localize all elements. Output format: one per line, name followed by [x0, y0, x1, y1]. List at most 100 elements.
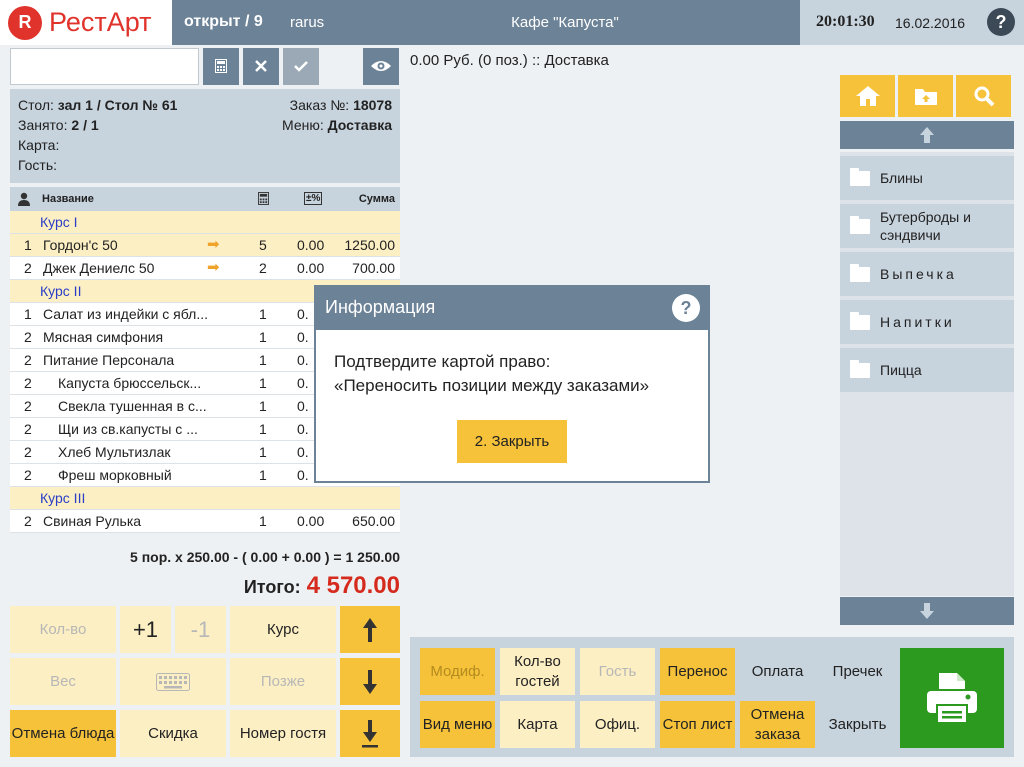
row-qty: 1	[259, 352, 267, 368]
menu-view-button[interactable]: Вид меню	[420, 701, 495, 748]
course-row[interactable]: Курс III	[10, 487, 400, 510]
row-name: Гордон'с 50	[43, 237, 118, 253]
category-label: Выпечка	[880, 266, 957, 282]
precheck-button[interactable]: Пречек	[820, 648, 895, 695]
row-discount: 0.	[297, 467, 309, 483]
help-icon[interactable]: ?	[672, 294, 700, 322]
guest-button[interactable]: Гость	[580, 648, 655, 695]
table-row[interactable]: 2 Свиная Рулька 1 0.00 650.00	[10, 510, 400, 533]
minus-one-button[interactable]: -1	[175, 606, 226, 653]
dialog-close-button[interactable]: 2. Закрыть	[457, 420, 567, 463]
clock-time: 20:01:30	[816, 13, 875, 30]
print-button[interactable]	[900, 648, 1004, 748]
row-name: Хлеб Мультизлак	[58, 444, 171, 460]
category-label: Блины	[880, 170, 923, 186]
course-name: Курс III	[40, 490, 86, 506]
total: Итого: 4 570.00	[10, 572, 400, 600]
transfer-button[interactable]: Перенос	[660, 648, 735, 695]
clock-panel: 20:01:30 16.02.2016 ?	[800, 0, 1024, 45]
row-discount: 0.00	[297, 237, 325, 253]
search-button[interactable]	[956, 75, 1011, 117]
course-name: Курс I	[40, 214, 78, 230]
quantity-button[interactable]: Кол-во	[10, 606, 116, 653]
search-input[interactable]	[10, 48, 199, 85]
column-name: Название	[42, 193, 94, 205]
category-item[interactable]: Пицца	[840, 348, 1014, 392]
waiter-button[interactable]: Офиц.	[580, 701, 655, 748]
category-list: Блины Бутерброды и сэндвичи Выпечка Напи…	[840, 152, 1014, 596]
table-label: Стол:	[18, 97, 54, 113]
later-button[interactable]: Позже	[230, 658, 336, 705]
stop-list-button[interactable]: Стоп лист	[660, 701, 735, 748]
dialog-header: Информация ?	[316, 287, 708, 330]
table-row[interactable]: 1 Гордон'с 50 ➡ 5 0.00 1250.00	[10, 234, 400, 257]
cancel-dish-button[interactable]: Отмена блюда	[10, 710, 116, 757]
table-row[interactable]: 2 Джек Дениелс 50 ➡ 2 0.00 700.00	[10, 257, 400, 280]
discount-button[interactable]: Скидка	[120, 710, 226, 757]
row-name: Салат из индейки с ябл...	[43, 306, 208, 322]
logo: R РестАрт	[0, 0, 172, 45]
row-qty: 1	[259, 306, 267, 322]
category-item[interactable]: Выпечка	[840, 252, 1014, 296]
plus-one-button[interactable]: +1	[120, 606, 171, 653]
row-number: 1	[24, 237, 32, 253]
row-name: Свиная Рулька	[43, 513, 142, 529]
row-sum: 1250.00	[344, 237, 395, 253]
cancel-order-button[interactable]: Отмена заказа	[740, 701, 815, 748]
clock-date: 16.02.2016	[895, 15, 966, 31]
column-discount: ±%	[304, 192, 323, 205]
move-bottom-button[interactable]	[340, 710, 400, 757]
scroll-down-button[interactable]	[840, 597, 1014, 625]
category-item[interactable]: Напитки	[840, 300, 1014, 344]
folder-up-icon	[914, 89, 937, 105]
keyboard-icon	[156, 672, 190, 691]
scroll-up-button[interactable]	[840, 121, 1014, 149]
arrow-up-icon	[920, 127, 934, 143]
category-item[interactable]: Блины	[840, 156, 1014, 200]
folder-icon	[850, 311, 870, 330]
printer-icon	[927, 673, 977, 724]
info-dialog: Информация ? Подтвердите картой право: «…	[314, 285, 710, 483]
arrow-up-icon	[363, 617, 377, 642]
dialog-line-2: «Переносить позиции между заказами»	[334, 376, 650, 395]
column-sum: Сумма	[358, 193, 395, 205]
home-icon	[855, 86, 880, 106]
cafe-name: Кафе "Капуста"	[511, 14, 619, 31]
arrow-right-icon: ➡	[207, 236, 220, 253]
help-icon[interactable]: ?	[987, 8, 1015, 36]
weight-button[interactable]: Вес	[10, 658, 116, 705]
keyboard-button[interactable]	[120, 658, 226, 705]
row-discount: 0.	[297, 329, 309, 345]
category-item[interactable]: Бутерброды и сэндвичи	[840, 204, 1014, 248]
category-label: Пицца	[880, 362, 922, 378]
clear-button[interactable]	[243, 48, 279, 85]
folder-icon	[850, 359, 870, 378]
payment-button[interactable]: Оплата	[740, 648, 815, 695]
row-discount: 0.00	[297, 513, 325, 529]
row-discount: 0.	[297, 398, 309, 414]
move-down-button[interactable]	[340, 658, 400, 705]
modifiers-button[interactable]: Модиф.	[420, 648, 495, 695]
card-button[interactable]: Карта	[500, 701, 575, 748]
calculator-button[interactable]	[203, 48, 239, 85]
close-order-button[interactable]: Закрыть	[820, 701, 895, 748]
guest-number-button[interactable]: Номер гостя	[230, 710, 336, 757]
move-up-button[interactable]	[340, 606, 400, 653]
view-button[interactable]	[363, 48, 399, 85]
folder-up-button[interactable]	[898, 75, 953, 117]
course-row[interactable]: Курс I	[10, 211, 400, 234]
course-name: Курс II	[40, 283, 82, 299]
row-number: 2	[24, 398, 32, 414]
row-name: Джек Дениелс 50	[43, 260, 155, 276]
row-name: Капуста брюссельск...	[58, 375, 202, 391]
course-button[interactable]: Курс	[230, 606, 336, 653]
row-qty: 1	[259, 421, 267, 437]
home-button[interactable]	[840, 75, 895, 117]
row-qty: 1	[259, 375, 267, 391]
row-number: 2	[24, 329, 32, 345]
guests-count-button[interactable]: Кол-во гостей	[500, 648, 575, 695]
confirm-button[interactable]	[283, 48, 319, 85]
occupied-value: 2 / 1	[71, 117, 99, 133]
menu-summary: 0.00 Руб. (0 поз.) :: Доставка	[410, 52, 609, 69]
row-name: Свекла тушенная в с...	[58, 398, 207, 414]
